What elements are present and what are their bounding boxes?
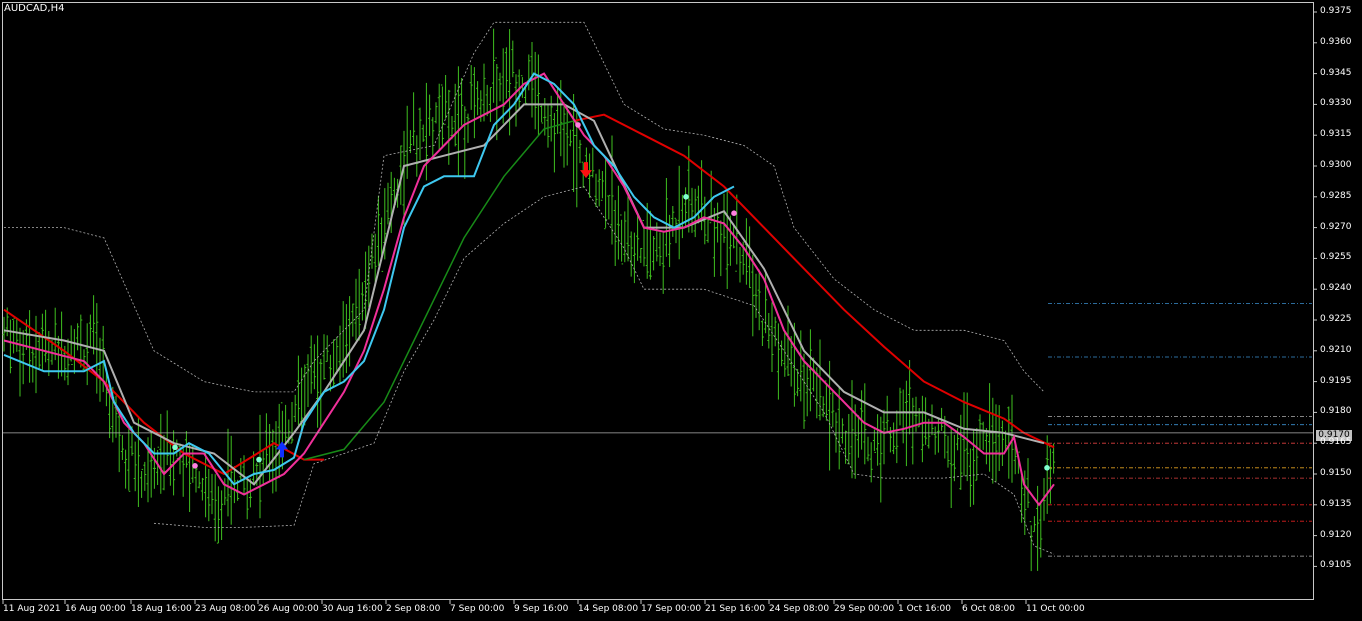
signal-dot	[172, 444, 178, 451]
chart-window[interactable]: AUDCAD,H4 0.9170 0.9375 0.9360 0.9345 0.933…	[0, 0, 1362, 621]
x-tick-label: 29 Sep 00:00	[834, 604, 895, 614]
y-tick-label: 0.9300	[1320, 160, 1352, 170]
ma-green-line	[303, 120, 575, 461]
x-tick-label: 26 Aug 00:00	[258, 604, 319, 614]
price-chart[interactable]	[0, 0, 1362, 621]
signal-dot	[256, 456, 262, 463]
x-tick-label: 11 Oct 00:00	[1026, 604, 1085, 614]
x-tick-label: 21 Sep 16:00	[705, 604, 766, 614]
y-tick-label: 0.9345	[1320, 67, 1352, 78]
signal-dot	[575, 122, 581, 128]
y-tick-label: 0.9225	[1320, 314, 1352, 324]
y-tick-label: 0.9315	[1320, 129, 1352, 140]
y-tick-label: 0.9105	[1320, 560, 1352, 571]
signal-dot	[683, 194, 689, 200]
y-tick-label: 0.9195	[1320, 375, 1352, 386]
x-tick-label: 2 Sep 08:00	[386, 604, 441, 614]
envelope-upper-line	[4, 21, 1045, 393]
ma-red-line	[573, 113, 1055, 449]
signal-dot	[1044, 465, 1050, 471]
x-tick-label: 23 Aug 08:00	[195, 604, 256, 614]
x-tick-label: 11 Aug 2021	[3, 604, 61, 614]
y-tick-label: 0.9210	[1320, 344, 1352, 355]
y-tick-label: 0.9285	[1320, 190, 1352, 201]
y-tick-label: 0.9120	[1320, 529, 1352, 540]
y-tick-label: 0.9135	[1320, 498, 1352, 509]
x-tick-label: 30 Aug 16:00	[322, 604, 383, 614]
x-tick-label: 14 Sep 08:00	[578, 604, 639, 614]
envelope-lower-line	[153, 186, 1055, 555]
y-tick-label: 0.9150	[1320, 468, 1352, 478]
y-tick-label: 0.9270	[1320, 221, 1352, 232]
signal-dot	[731, 210, 737, 216]
y-tick-label: 0.9165	[1320, 437, 1352, 448]
x-tick-label: 9 Sep 16:00	[514, 604, 569, 614]
symbol-title: AUDCAD,H4	[4, 3, 65, 14]
x-tick-label: 16 Aug 00:00	[65, 604, 126, 614]
x-tick-label: 1 Oct 16:00	[898, 604, 951, 614]
x-tick-label: 24 Sep 08:00	[769, 604, 830, 614]
y-tick-label: 0.9240	[1320, 283, 1352, 294]
y-tick-label: 0.9330	[1320, 98, 1352, 109]
y-tick-label: 0.9375	[1320, 6, 1352, 16]
x-tick-label: 6 Oct 08:00	[962, 604, 1015, 614]
y-tick-label: 0.9255	[1320, 252, 1352, 263]
x-tick-label: 17 Sep 00:00	[641, 604, 702, 614]
signal-dot	[192, 463, 198, 469]
y-tick-label: 0.9180	[1320, 406, 1352, 417]
x-tick-label: 7 Sep 00:00	[450, 604, 505, 614]
x-tick-label: 18 Aug 16:00	[131, 604, 192, 614]
gray-line	[3, 103, 1045, 486]
y-tick-label: 0.9360	[1320, 36, 1352, 47]
